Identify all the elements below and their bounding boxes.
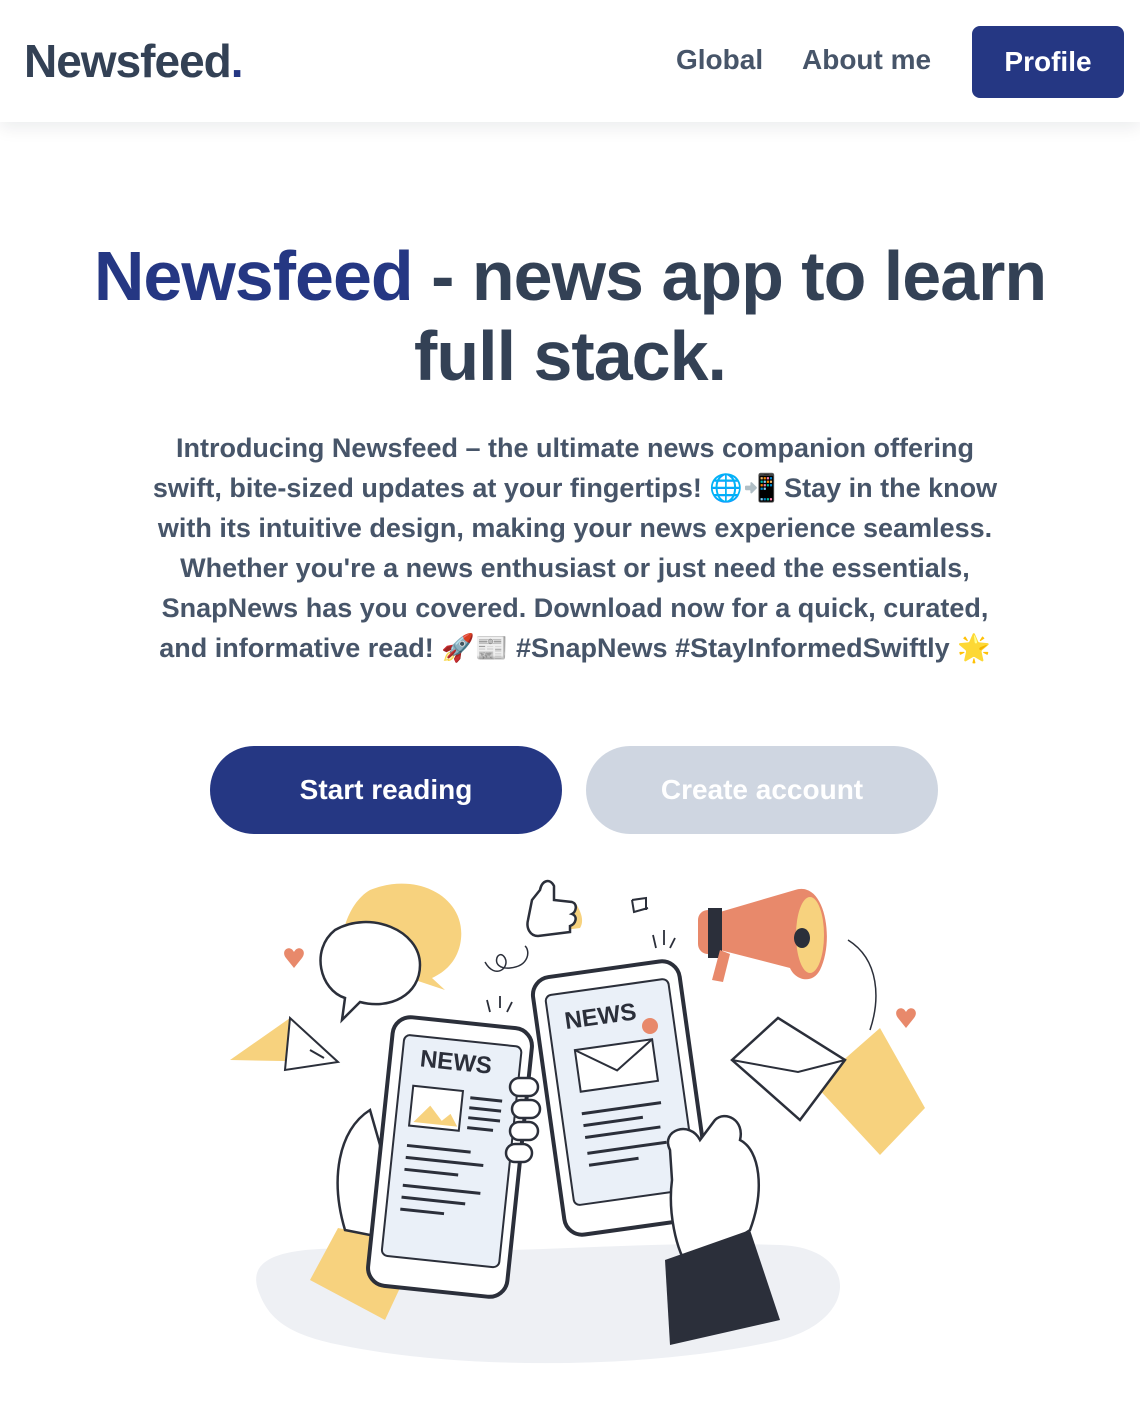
curve-line xyxy=(847,939,877,1031)
hero-title-accent: Newsfeed xyxy=(93,237,414,315)
brand-name: Newsfeed xyxy=(24,35,232,87)
hero-title: Newsfeed - news app to learn full stack. xyxy=(70,236,1070,396)
envelope-icon xyxy=(730,1016,925,1155)
heart-icon-right xyxy=(896,1008,916,1028)
megaphone-icon xyxy=(698,888,827,982)
profile-button[interactable]: Profile xyxy=(972,26,1124,98)
brand-logo[interactable]: Newsfeed. xyxy=(24,34,244,88)
nav-link-global[interactable]: Global xyxy=(676,44,763,76)
hero-title-rest: - news app to learn full stack. xyxy=(412,237,1047,395)
start-reading-button[interactable]: Start reading xyxy=(210,746,562,834)
create-account-button[interactable]: Create account xyxy=(586,746,938,834)
navbar: Newsfeed. Global About me Profile xyxy=(0,0,1140,122)
swirl-line xyxy=(484,945,529,973)
paper-plane-icon xyxy=(230,1015,341,1072)
left-phone-group: NEWS xyxy=(310,1015,542,1320)
hero-description: Introducing Newsfeed – the ultimate news… xyxy=(152,433,998,663)
nav-link-about-me[interactable]: About me xyxy=(802,44,931,76)
repeat-icon xyxy=(631,896,649,914)
news-phones-illustration: NEWS NEWS xyxy=(230,879,925,1364)
thumbs-up-icon xyxy=(526,879,583,938)
brand-dot: . xyxy=(230,35,244,87)
chat-bubbles-icon xyxy=(319,883,462,1024)
heart-icon xyxy=(284,948,304,968)
